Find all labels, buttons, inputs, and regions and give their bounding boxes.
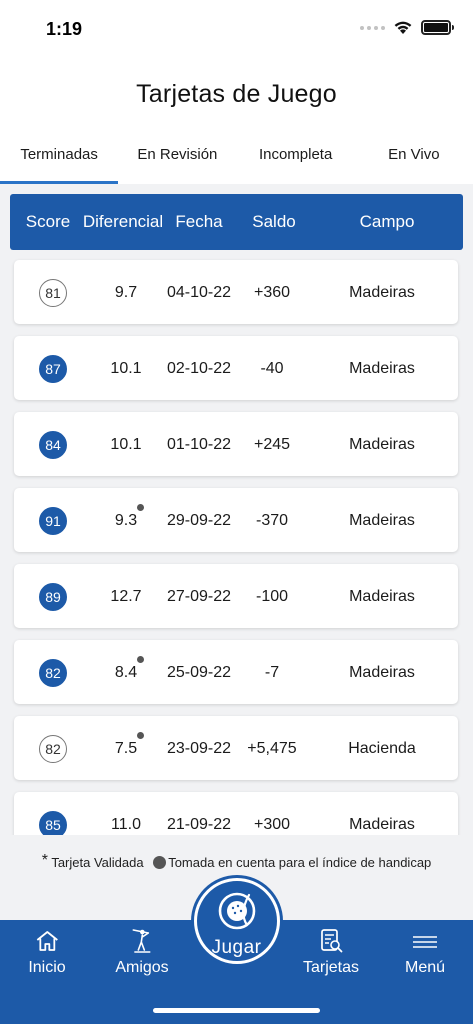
nav-label: Amigos [115, 959, 169, 976]
status-bar: 1:19 [0, 0, 473, 58]
legend-validated-label: Tarjeta Validada [51, 855, 144, 870]
saldo-value: -7 [264, 664, 280, 681]
scorecard-row[interactable]: 82 7.5 23-09-22 +5,475 Hacienda [14, 716, 458, 780]
diferencial-value: 9.7 [114, 284, 138, 301]
saldo-value: -100 [255, 588, 289, 605]
score-badge: 91 [39, 507, 67, 535]
fecha-value: 02-10-22 [166, 360, 232, 377]
nav-amigos[interactable]: Amigos [115, 928, 169, 977]
page-title: Tarjetas de Juego [136, 80, 337, 108]
legend: * Tarjeta Validada Tomada en cuenta para… [0, 852, 473, 870]
scorecard-list[interactable]: 81 9.7 04-10-22 +360 Madeiras 87 10.1 02… [0, 250, 473, 835]
fecha-value: 29-09-22 [166, 512, 232, 529]
diferencial-value: 7.5 [114, 740, 138, 757]
header: Tarjetas de Juego Terminadas En Revisión… [0, 58, 473, 184]
score-badge: 81 [39, 279, 67, 307]
scorecard-row[interactable]: 89 12.7 27-09-22 -100 Madeiras [14, 564, 458, 628]
score-badge: 87 [39, 355, 67, 383]
handicap-dot-icon [137, 656, 144, 663]
fecha-value: 21-09-22 [166, 816, 232, 833]
scorecard-icon [321, 929, 343, 953]
saldo-value: -40 [260, 360, 284, 377]
fecha-value: 23-09-22 [166, 740, 232, 757]
tab-bar: Terminadas En Revisión Incompleta En Viv… [0, 138, 473, 184]
golf-ball-icon [218, 892, 256, 930]
status-icons [360, 20, 454, 35]
campo-value: Madeiras [349, 512, 415, 529]
diferencial-value: 8.4 [114, 664, 138, 681]
handicap-dot-icon [137, 732, 144, 739]
fecha-value: 27-09-22 [166, 588, 232, 605]
validated-star-icon: * [41, 852, 48, 869]
score-badge: 89 [39, 583, 67, 611]
fecha-value: 25-09-22 [166, 664, 232, 681]
nav-label: Menú [404, 959, 446, 976]
column-header-campo[interactable]: Campo [360, 212, 415, 232]
nav-inicio[interactable]: Inicio [28, 928, 66, 977]
scorecard-row[interactable]: 85 11.0 21-09-22 +300 Madeiras [14, 792, 458, 835]
diferencial-value: 10.1 [110, 360, 142, 377]
home-icon [36, 931, 58, 951]
column-header-score[interactable]: Score [26, 212, 70, 232]
legend-handicap-label: Tomada en cuenta para el índice de handi… [168, 855, 432, 870]
wifi-icon [394, 21, 412, 34]
campo-value: Madeiras [349, 816, 415, 833]
diferencial-value: 11.0 [111, 816, 141, 833]
table-header: Score Diferencial Fecha Saldo Campo [10, 194, 463, 250]
saldo-value: +300 [253, 816, 291, 833]
scorecard-row[interactable]: 87 10.1 02-10-22 -40 Madeiras [14, 336, 458, 400]
tab-en-vivo[interactable]: En Vivo [355, 138, 473, 184]
column-header-fecha[interactable]: Fecha [175, 212, 222, 232]
nav-label: Tarjetas [302, 959, 360, 976]
campo-value: Madeiras [349, 360, 415, 377]
tab-en-revision[interactable]: En Revisión [118, 138, 236, 184]
saldo-value: +245 [253, 436, 291, 453]
diferencial-value: 12.7 [110, 588, 142, 605]
nav-tarjetas[interactable]: Tarjetas [303, 928, 359, 977]
golfer-icon [132, 929, 150, 953]
score-badge: 82 [39, 659, 67, 687]
fecha-value: 01-10-22 [166, 436, 232, 453]
fecha-value: 04-10-22 [166, 284, 232, 301]
cellular-signal-icon [360, 25, 385, 30]
tab-incompleta[interactable]: Incompleta [237, 138, 355, 184]
status-time: 1:19 [46, 19, 83, 39]
saldo-value: -370 [255, 512, 289, 529]
diferencial-value: 9.3 [114, 512, 138, 529]
campo-value: Madeiras [349, 588, 415, 605]
score-badge: 85 [39, 811, 67, 835]
nav-label: Inicio [28, 959, 66, 976]
play-button[interactable] [194, 878, 280, 964]
campo-value: Madeiras [349, 436, 415, 453]
score-badge: 82 [39, 735, 67, 763]
scorecard-row[interactable]: 84 10.1 01-10-22 +245 Madeiras [14, 412, 458, 476]
handicap-dot-icon [153, 856, 167, 869]
saldo-value: +360 [253, 284, 291, 301]
saldo-value: +5,475 [247, 740, 297, 757]
campo-value: Madeiras [349, 284, 415, 301]
scorecard-row[interactable]: 91 9.3 29-09-22 -370 Madeiras [14, 488, 458, 552]
nav-menu[interactable]: Menú [405, 928, 445, 977]
handicap-dot-icon [137, 504, 144, 511]
campo-value: Madeiras [349, 664, 415, 681]
menu-icon [413, 936, 437, 948]
scorecard-row[interactable]: 81 9.7 04-10-22 +360 Madeiras [14, 260, 458, 324]
scorecard-row[interactable]: 82 8.4 25-09-22 -7 Madeiras [14, 640, 458, 704]
column-header-diferencial[interactable]: Diferencial [83, 212, 163, 232]
campo-value: Hacienda [348, 740, 416, 757]
diferencial-value: 10.1 [110, 436, 142, 453]
column-header-saldo[interactable]: Saldo [252, 212, 295, 232]
tab-terminadas[interactable]: Terminadas [0, 138, 119, 184]
score-badge: 84 [39, 431, 67, 459]
battery-icon [421, 20, 454, 35]
home-indicator[interactable] [153, 1008, 320, 1013]
